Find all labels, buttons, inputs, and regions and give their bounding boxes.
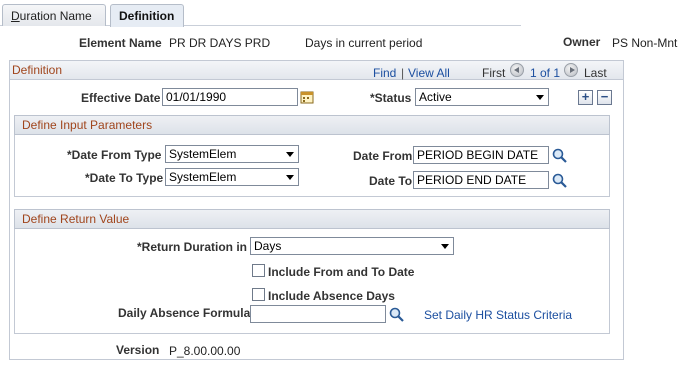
element-name-value: PR DR DAYS PRD xyxy=(169,36,271,50)
return-duration-label: *Return Duration in xyxy=(137,240,247,254)
date-from-type-value: SystemElem xyxy=(169,147,237,161)
owner-label: Owner xyxy=(563,35,601,49)
date-from-type-label: *Date From Type xyxy=(67,148,162,162)
return-value-title: Define Return Value xyxy=(22,212,130,226)
chevron-down-icon xyxy=(441,244,449,249)
previous-arrow-icon[interactable] xyxy=(510,63,524,77)
version-value: P_8.00.00.00 xyxy=(169,344,241,358)
date-to-input[interactable]: PERIOD END DATE xyxy=(413,171,549,189)
date-to-type-value: SystemElem xyxy=(169,170,237,184)
include-absence-label: Include Absence Days xyxy=(268,289,395,303)
lookup-icon[interactable] xyxy=(389,307,404,325)
date-from-type-select[interactable]: SystemElem xyxy=(165,145,299,163)
include-from-to-label: Include From and To Date xyxy=(268,265,415,279)
row-position: 1 of 1 xyxy=(530,66,561,80)
chevron-down-icon xyxy=(286,175,294,180)
chevron-down-icon xyxy=(286,152,294,157)
status-criteria-link[interactable]: Set Daily HR Status Criteria xyxy=(424,308,572,322)
chevron-down-icon xyxy=(536,95,544,100)
lookup-icon[interactable] xyxy=(552,148,567,166)
element-name-label: Element Name xyxy=(79,36,162,50)
date-to-label: Date To xyxy=(369,174,413,188)
include-absence-checkbox[interactable] xyxy=(252,288,265,301)
return-duration-value: Days xyxy=(254,239,282,253)
add-row-icon[interactable]: + xyxy=(578,90,593,105)
date-from-label: Date From xyxy=(353,149,413,163)
date-from-input[interactable]: PERIOD BEGIN DATE xyxy=(413,146,549,164)
lookup-icon[interactable] xyxy=(552,173,567,191)
last-label: Last xyxy=(584,66,607,80)
definition-title: Definition xyxy=(12,63,63,77)
next-arrow-icon[interactable] xyxy=(564,63,578,77)
calendar-icon[interactable] xyxy=(300,90,314,107)
first-label: First xyxy=(482,66,506,80)
date-to-type-select[interactable]: SystemElem xyxy=(165,168,299,186)
view-all-link[interactable]: View All xyxy=(408,66,450,80)
status-value: Active xyxy=(419,90,452,104)
effective-date-input[interactable]: 01/01/1990 xyxy=(162,88,298,106)
find-link[interactable]: Find xyxy=(373,66,396,80)
delete-row-icon[interactable]: − xyxy=(597,90,612,105)
tab-definition[interactable]: Definition xyxy=(110,4,184,27)
daily-absence-formula-input[interactable] xyxy=(250,305,386,323)
tab-accesskey: D xyxy=(11,9,20,23)
input-params-title: Define Input Parameters xyxy=(22,118,153,132)
date-to-type-label: *Date To Type xyxy=(85,171,164,185)
include-from-to-checkbox[interactable] xyxy=(252,264,265,277)
nav-separator: | xyxy=(401,66,405,80)
daily-absence-formula-label: Daily Absence Formula xyxy=(118,306,251,320)
status-label: *Status xyxy=(370,91,412,105)
status-select[interactable]: Active xyxy=(415,88,549,106)
element-description: Days in current period xyxy=(305,36,423,50)
tab-duration-name[interactable]: Duration Name xyxy=(2,4,106,26)
effective-date-label: Effective Date xyxy=(81,91,161,105)
tab-label-rest: uration Name xyxy=(19,9,92,23)
tab-label: Definition xyxy=(119,9,175,23)
owner-value: PS Non-Mnt xyxy=(612,36,678,50)
return-duration-select[interactable]: Days xyxy=(250,237,454,255)
version-label: Version xyxy=(116,343,160,357)
